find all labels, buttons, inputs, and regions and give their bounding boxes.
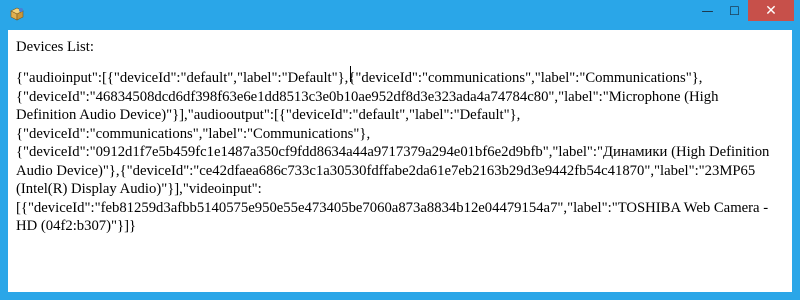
devices-list-heading: Devices List: bbox=[16, 39, 94, 55]
content-area[interactable]: Devices List: {"audioinput":[{"deviceId"… bbox=[8, 30, 792, 292]
app-icon bbox=[9, 6, 25, 22]
maximize-button[interactable]: ☐ bbox=[721, 0, 748, 21]
title-bar[interactable]: — ☐ ✕ bbox=[0, 0, 800, 30]
app-window: — ☐ ✕ Devices List: {"audioinput":[{"dev… bbox=[0, 0, 800, 300]
minimize-button[interactable]: — bbox=[694, 0, 721, 21]
text-cursor bbox=[350, 66, 351, 82]
close-button[interactable]: ✕ bbox=[748, 0, 794, 21]
devices-json-text: {"audioinput":[{"deviceId":"default","la… bbox=[16, 70, 770, 234]
window-controls: — ☐ ✕ bbox=[694, 0, 794, 22]
